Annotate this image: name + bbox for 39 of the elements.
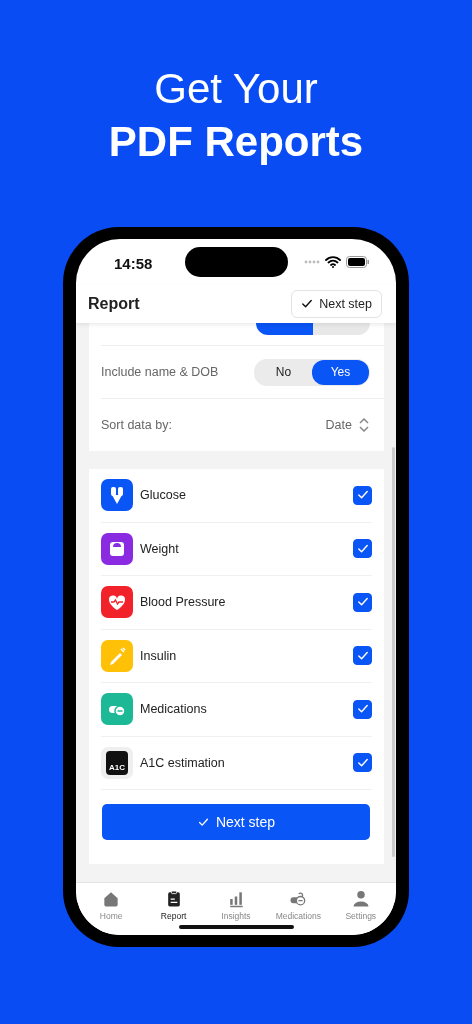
checkbox[interactable] [353,539,372,559]
tab-item[interactable]: Home [81,889,142,935]
chevron-up-down-icon [358,418,370,432]
checkbox[interactable] [353,592,372,612]
battery-icon [346,256,370,268]
item-label: Medications [140,702,207,717]
checkbox[interactable] [353,753,372,773]
segment-option[interactable]: Yes [312,359,369,385]
item-label: Blood Pressure [140,595,226,610]
list-item[interactable]: Insulin [101,629,372,683]
tab-item[interactable]: Insights [205,889,266,935]
list-item[interactable]: Weight [101,522,372,576]
item-label: A1C estimation [140,755,225,770]
item-label: Insulin [140,648,177,663]
person-icon [350,889,371,909]
sort-picker[interactable]: Date [325,418,370,432]
segment-option[interactable]: No [255,359,312,385]
icon-label: A1C [109,762,125,773]
checkbox[interactable] [353,646,372,666]
item-label: Glucose [140,488,186,503]
status-time: 14:58 [114,254,153,272]
tab-item[interactable]: Settings [330,889,391,935]
list-item[interactable]: Medications [101,683,372,737]
headline: PDF Reports [108,117,364,167]
setting-label: Sort data by: [101,418,172,432]
wifi-icon [325,256,341,268]
signal-icon [304,259,320,265]
item-label: Weight [140,541,179,556]
checkbox[interactable] [353,485,372,505]
next-step-button[interactable]: Next step [102,804,370,840]
tab-item[interactable]: Report [143,889,204,935]
checkbox[interactable] [353,699,372,719]
list-item[interactable]: Glucose [101,469,372,523]
headline: Get Your [154,64,318,114]
setting-label: Include name & DOB [101,365,219,379]
next-step-button[interactable]: Next step [291,290,382,318]
check-icon [300,297,315,311]
list-item[interactable]: Blood Pressure [101,576,372,630]
screen-title: Report [88,295,140,313]
